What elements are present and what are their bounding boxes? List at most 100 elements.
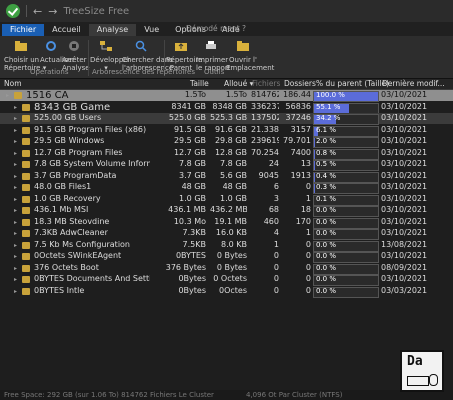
refresh-icon [46,41,56,51]
expand-arrow-icon[interactable]: ▸ [14,150,17,157]
row-name: 3.7 GB ProgramData [34,170,117,180]
col-dirs[interactable]: Dossiers [284,79,316,88]
table-row[interactable]: ▸ 8343 GB Game 8341 GB 8348 GB 336237 56836 55… [0,101,453,114]
row-pct-bar: 0.0 % [313,275,379,286]
table-row[interactable]: ▸ 29.5 GB Windows 29.5 GB 29.8 GB 239619 79.7… [0,136,453,148]
table-row[interactable]: ▸ 1516 CA 1.5To 1.5To 814762 186.44 100.0 % 03/… [0,90,453,102]
row-date: 03/10/2021 [381,124,428,134]
row-date: 03/10/2021 [381,170,428,180]
back-arrow-icon[interactable]: ← [33,5,42,18]
row-files: 0 [273,285,279,295]
table-row[interactable]: ▸ 12.7 GB Program Files 12.7 GB 12.8 GB 70.2… [0,147,453,160]
row-pct-bar: 6.1 % [313,125,379,137]
expand-arrow-icon[interactable]: ▸ [14,253,17,260]
row-size: 525.0 GB [168,113,206,122]
row-size: 376 Bytes [165,262,206,272]
row-pct-bar: 0.3 % [313,183,379,194]
row-pct-bar: 0.4 % [313,171,379,183]
row-date: 03/10/2021 [381,193,428,203]
row-alloc: 12.8 GB [214,147,247,157]
folder-icon [22,218,30,226]
row-pct: 0.4 % [316,171,337,180]
col-date[interactable]: Dernière modif... [382,79,445,88]
row-pct-bar: 2.0 % [313,137,379,148]
tab-accueil[interactable]: Accueil [44,24,89,36]
table-row[interactable]: ▸ 376 Octets Boot 376 Bytes 0 Bytes 0 0 0.0 % 0… [0,262,453,275]
table-row[interactable]: ▸ 525.00 GB Users 525.0 GB 525.3 GB 137502 37… [0,113,453,125]
group-label-tools: Outils [204,68,225,76]
table-row[interactable]: ▸ 0BYTES Documents And Settings 0Bytes 0 Oc… [0,274,453,286]
expand-arrow-icon[interactable]: ▸ [14,115,17,122]
expand-arrow-icon[interactable]: ▸ [14,242,17,249]
row-date: 08/09/2021 [381,262,428,272]
folder-icon [22,103,30,111]
tab-vue[interactable]: Vue [136,24,167,36]
row-name: 8343 GB Game [34,101,111,113]
row-dirs: 1 [305,228,311,237]
folder-icon [22,172,30,180]
row-size: 0Bytes [178,285,206,295]
logo-text: Da [407,354,423,369]
open-location-button[interactable]: Ouvrir l' Emplacement [226,40,274,72]
col-pct[interactable]: % du parent (Taille) [316,79,389,88]
row-files: 239619 [251,136,279,145]
expand-arrow-icon[interactable]: ▸ [14,173,17,180]
row-pct-bar: 0.8 % [313,148,379,160]
expand-arrow-icon[interactable]: ▸ [14,138,17,145]
ribbon-toolbar: Choisir un Répertoire ▾ Actualiser Arrêt… [0,36,453,79]
row-alloc: 48 GB [222,182,247,191]
row-pct: 0.0 % [316,217,337,226]
table-row[interactable]: ▸ 7.3KB AdwCleaner 7.3KB 16.0 KB 4 1 0.0 % 03/1… [0,228,453,240]
row-name: 7.3KB AdwCleaner [34,228,108,237]
ribbon-tabs: Fichier Accueil Analyse Vue Options Aide… [0,22,453,36]
row-dirs: 1913 [290,170,311,180]
refresh-button[interactable]: Actualiser [40,40,75,64]
table-row[interactable]: ▸ 1.0 GB Recovery 1.0 GB 1.0 GB 3 1 0.1 % 03/10… [0,193,453,206]
table-row[interactable]: ▸ 48.0 GB Files1 48 GB 48 GB 6 0 0.3 % 03/10/20… [0,182,453,194]
row-date: 03/10/2021 [381,113,428,122]
expand-arrow-icon[interactable]: ▸ [14,230,17,237]
row-dirs: 3157 [290,124,311,134]
table-row[interactable]: ▸ 0BYTES Intle 0Bytes 0Octes 0 0 0.0 % 03/03/20… [0,285,453,298]
row-alloc: 19.1 MB [214,216,247,226]
expand-arrow-icon[interactable]: ▸ [14,288,17,295]
expand-arrow-icon[interactable]: ▸ [14,265,17,272]
expand-arrow-icon[interactable]: ▸ [14,207,17,214]
expand-arrow-icon[interactable]: ▸ [6,92,9,99]
row-name: 525.00 GB Users [34,113,102,122]
row-date: 03/10/2021 [381,182,428,191]
col-name[interactable]: Nom [4,79,22,88]
row-dirs: 7400 [290,147,311,157]
col-files[interactable]: Fichiers [252,79,280,88]
tab-analyse[interactable]: Analyse [88,24,137,36]
row-pct: 2.0 % [316,137,337,145]
row-alloc: 0 Bytes [216,251,247,260]
col-alloc[interactable]: Alloué ▾ [224,79,253,88]
table-row[interactable]: ▸ 18.3 MB Steovdine 10.3 Mo 19.1 MB 460 170 0.… [0,216,453,229]
row-dirs: 0 [305,239,311,249]
expand-arrow-icon[interactable]: ▸ [14,184,17,191]
row-alloc: 8348 GB [212,101,247,111]
forward-arrow-icon[interactable]: → [48,5,57,18]
expand-arrow-icon[interactable]: ▸ [14,276,17,283]
row-size: 1.0 GB [179,193,206,203]
row-date: 13/08/2021 [381,239,428,249]
expand-arrow-icon[interactable]: ▸ [14,219,17,226]
table-row[interactable]: ▸ 436.1 Mb MSI 436.1 MB 436.2 MB 68 18 0.0 % 03… [0,205,453,217]
folder-icon [22,241,30,249]
table-row[interactable]: ▸ 7.8 GB System Volume Information 7.8 GB 7… [0,159,453,171]
table-row[interactable]: ▸ 7.5 Kb Ms Configuration 7.5KB 8.0 KB 1 0 0.0… [0,239,453,252]
row-pct: 0.3 % [316,183,337,191]
expand-arrow-icon[interactable]: ▸ [14,161,17,168]
folder-icon [22,138,30,145]
table-row[interactable]: ▸ 3.7 GB ProgramData 3.7 GB 5.6 GB 9045 1913 0… [0,170,453,183]
row-name: 0BYTES Documents And Settings [34,274,150,283]
tab-fichier[interactable]: Fichier [2,24,45,36]
expand-arrow-icon[interactable]: ▸ [14,196,17,203]
table-row[interactable]: ▸ 91.5 GB Program Files (x86) 91.5 GB 91.6 … [0,124,453,137]
row-name: 376 Octets Boot [34,262,99,272]
table-row[interactable]: ▸ 0Octets SWinkEAgent 0BYTES 0 Bytes 0 0 0.0 %… [0,251,453,263]
col-size[interactable]: Taille [190,79,209,88]
expand-arrow-icon[interactable]: ▸ [14,127,17,134]
expand-arrow-icon[interactable]: ▸ [14,104,17,111]
